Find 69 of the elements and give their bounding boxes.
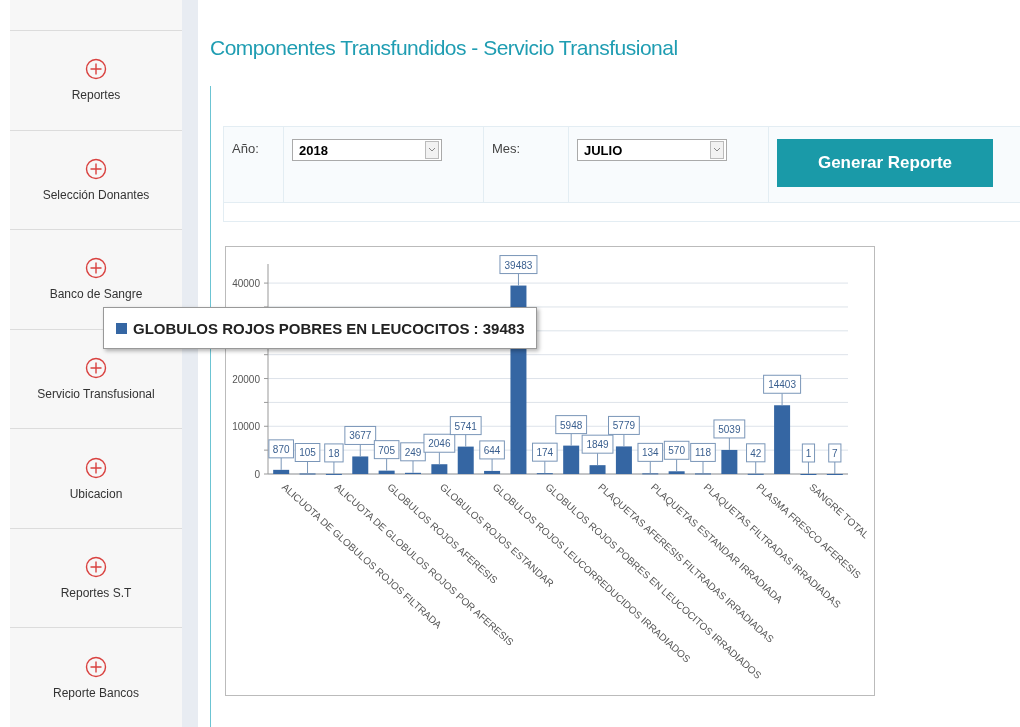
data-label: 14403	[763, 374, 802, 406]
data-label: 42	[746, 443, 766, 475]
data-label: 870	[272, 443, 290, 455]
bar[interactable]	[563, 445, 580, 474]
plus-circle-icon	[85, 655, 107, 678]
page-title: Componentes Transfundidos - Servicio Transfusional	[210, 36, 679, 60]
data-label: 134	[637, 442, 664, 474]
data-label: 14403	[768, 379, 797, 391]
plus-circle-icon	[85, 357, 107, 379]
data-label: 174	[536, 447, 554, 459]
plus-circle-icon	[85, 556, 107, 579]
bar[interactable]	[457, 446, 474, 474]
data-label: 5039	[718, 423, 741, 435]
data-label: 249	[400, 442, 426, 474]
data-label: 105	[294, 443, 321, 474]
data-label: 705	[373, 440, 400, 472]
data-label: 118	[690, 442, 716, 474]
data-label: 870	[268, 439, 294, 471]
y-tick-label: 20000	[232, 373, 260, 385]
data-label: 134	[641, 447, 660, 459]
data-label: 3677	[344, 425, 377, 457]
data-label: 2046	[428, 438, 451, 450]
data-label: 570	[663, 440, 690, 472]
data-label: 7	[828, 443, 842, 475]
data-label: 39483	[499, 255, 538, 287]
data-label: 5039	[713, 419, 746, 451]
data-label: 1849	[586, 439, 610, 451]
data-label: 174	[532, 442, 558, 474]
data-label: 249	[404, 446, 422, 458]
bar[interactable]	[615, 446, 632, 474]
data-label: 705	[378, 444, 396, 456]
series-swatch-icon	[116, 322, 127, 334]
bar[interactable]	[352, 456, 369, 474]
data-label: 118	[695, 447, 712, 459]
plus-circle-icon	[85, 157, 107, 180]
data-label: 39483	[504, 259, 533, 271]
y-tick-label: 10000	[232, 421, 260, 433]
data-label: 644	[483, 444, 501, 456]
plus-circle-icon	[85, 58, 107, 81]
month-select[interactable]: JULIO	[577, 139, 727, 161]
data-label: 42	[750, 447, 762, 459]
data-label: 105	[299, 447, 317, 459]
plus-circle-icon	[85, 257, 107, 280]
data-label: 5779	[608, 415, 640, 447]
data-label: 7	[832, 447, 839, 459]
data-label: 18	[328, 447, 340, 459]
data-label: 5779	[612, 420, 636, 432]
data-label: 1	[801, 443, 816, 475]
data-label: 2046	[423, 433, 456, 465]
y-tick-label: 40000	[232, 278, 260, 290]
month-label: Mes:	[492, 141, 521, 156]
data-label: 5948	[560, 419, 583, 431]
data-label: 5741	[454, 420, 478, 432]
year-select[interactable]: 2018	[292, 139, 442, 161]
bar[interactable]	[721, 449, 738, 474]
data-label: 1	[805, 448, 812, 459]
y-tick-label: 0	[254, 469, 260, 480]
data-label: 570	[668, 445, 686, 457]
data-label: 5741	[449, 416, 482, 448]
year-label: Año:	[232, 141, 259, 156]
bar[interactable]	[378, 470, 395, 474]
bar[interactable]	[484, 470, 501, 474]
data-label: 1849	[581, 434, 614, 466]
bar[interactable]	[774, 405, 791, 474]
data-label: 3677	[349, 430, 372, 442]
data-label: 644	[479, 440, 505, 472]
bar[interactable]	[273, 469, 290, 474]
data-label: 18	[324, 443, 344, 475]
plus-circle-icon	[85, 456, 107, 479]
